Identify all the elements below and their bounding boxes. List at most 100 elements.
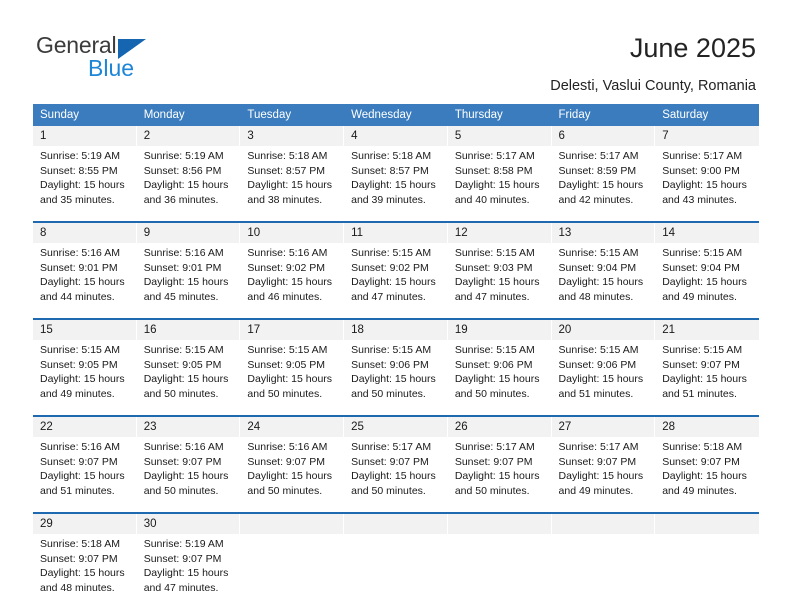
day-cell-details[interactable]: Sunrise: 5:15 AM Sunset: 9:04 PM Daylight:… — [655, 243, 759, 318]
day-cell-details[interactable]: Sunrise: 5:15 AM Sunset: 9:05 PM Daylight:… — [240, 340, 345, 415]
day-cell-details[interactable]: Sunrise: 5:15 AM Sunset: 9:06 PM Daylight:… — [447, 340, 552, 415]
day-number[interactable]: 28 — [655, 417, 759, 437]
day-number[interactable]: 20 — [551, 320, 656, 340]
daylight-text-line2: and 39 minutes. — [351, 193, 426, 206]
day-cell-details[interactable]: Sunrise: 5:17 AM Sunset: 9:07 PM Daylight:… — [551, 437, 656, 512]
day-cell-details[interactable]: Sunrise: 5:15 AM Sunset: 9:05 PM Daylight:… — [136, 340, 241, 415]
day-number[interactable]: 14 — [655, 223, 759, 243]
day-number-empty — [551, 514, 656, 534]
day-cell-details[interactable]: Sunrise: 5:15 AM Sunset: 9:06 PM Daylight:… — [344, 340, 448, 415]
sunset-text: Sunset: 8:57 PM — [247, 164, 326, 177]
day-number-empty — [344, 514, 448, 534]
day-cell-details[interactable]: Sunrise: 5:16 AM Sunset: 9:01 PM Daylight:… — [33, 243, 137, 318]
daylight-text-line2: and 46 minutes. — [247, 290, 323, 303]
sunset-text: Sunset: 9:04 PM — [558, 261, 637, 274]
day-number[interactable]: 19 — [447, 320, 552, 340]
day-cell-details[interactable]: Sunrise: 5:16 AM Sunset: 9:07 PM Daylight:… — [33, 437, 137, 512]
day-cell-details[interactable]: Sunrise: 5:15 AM Sunset: 9:04 PM Daylight:… — [551, 243, 656, 318]
day-cell-details[interactable]: Sunrise: 5:16 AM Sunset: 9:07 PM Daylight:… — [240, 437, 345, 512]
day-cell-details[interactable]: Sunrise: 5:17 AM Sunset: 9:00 PM Daylight:… — [655, 146, 759, 221]
day-number[interactable]: 21 — [655, 320, 759, 340]
daylight-text-line1: Daylight: 15 hours — [143, 373, 229, 386]
day-cell-empty — [551, 534, 656, 609]
sunset-text: Sunset: 9:07 PM — [558, 455, 637, 468]
day-number[interactable]: 24 — [240, 417, 345, 437]
day-cell-details[interactable]: Sunrise: 5:18 AM Sunset: 9:07 PM Daylight:… — [33, 534, 137, 609]
day-number[interactable]: 13 — [551, 223, 656, 243]
day-number[interactable]: 16 — [136, 320, 241, 340]
sunrise-text: Sunrise: 5:18 AM — [351, 150, 432, 162]
week-detail-row: Sunrise: 5:16 AM Sunset: 9:07 PM Daylight:… — [33, 437, 759, 512]
day-cell-details[interactable]: Sunrise: 5:18 AM Sunset: 8:57 PM Daylight:… — [344, 146, 448, 221]
day-cell-details[interactable]: Sunrise: 5:16 AM Sunset: 9:07 PM Daylight:… — [136, 437, 241, 512]
day-number[interactable]: 29 — [33, 514, 137, 534]
daylight-text-line1: Daylight: 15 hours — [454, 276, 540, 289]
sunset-text: Sunset: 9:07 PM — [351, 455, 429, 468]
daylight-text-line1: Daylight: 15 hours — [247, 373, 333, 386]
week-detail-row: Sunrise: 5:16 AM Sunset: 9:01 PM Daylight:… — [33, 243, 759, 318]
weekday-header-monday: Monday — [136, 104, 241, 126]
day-number[interactable]: 4 — [344, 126, 448, 146]
calendar-grid: Sunday Monday Tuesday Wednesday Thursday… — [33, 104, 759, 609]
day-number[interactable]: 7 — [655, 126, 759, 146]
logo-text-blue: Blue — [88, 55, 135, 81]
day-number[interactable]: 2 — [136, 126, 241, 146]
sunrise-text: Sunrise: 5:18 AM — [247, 150, 328, 162]
day-cell-details[interactable]: Sunrise: 5:17 AM Sunset: 8:58 PM Daylight:… — [447, 146, 552, 221]
day-number[interactable]: 10 — [240, 223, 345, 243]
day-cell-details[interactable]: Sunrise: 5:15 AM Sunset: 9:03 PM Daylight:… — [447, 243, 552, 318]
day-number[interactable]: 1 — [33, 126, 137, 146]
day-number[interactable]: 30 — [136, 514, 241, 534]
day-number[interactable]: 6 — [551, 126, 656, 146]
day-cell-details[interactable]: Sunrise: 5:18 AM Sunset: 9:07 PM Daylight:… — [655, 437, 759, 512]
daylight-text-line1: Daylight: 15 hours — [143, 276, 229, 289]
sunrise-text: Sunrise: 5:17 AM — [454, 441, 535, 453]
day-cell-details[interactable]: Sunrise: 5:17 AM Sunset: 8:59 PM Daylight:… — [551, 146, 656, 221]
day-number[interactable]: 23 — [136, 417, 241, 437]
day-number[interactable]: 18 — [344, 320, 448, 340]
day-cell-details[interactable]: Sunrise: 5:19 AM Sunset: 9:07 PM Daylight:… — [136, 534, 241, 609]
day-cell-details[interactable]: Sunrise: 5:16 AM Sunset: 9:02 PM Daylight:… — [240, 243, 345, 318]
day-number[interactable]: 17 — [240, 320, 345, 340]
day-number[interactable]: 11 — [344, 223, 448, 243]
day-cell-details[interactable]: Sunrise: 5:17 AM Sunset: 9:07 PM Daylight:… — [344, 437, 448, 512]
day-number[interactable]: 27 — [551, 417, 656, 437]
day-number[interactable]: 9 — [136, 223, 241, 243]
day-number[interactable]: 12 — [447, 223, 552, 243]
day-cell-details[interactable]: Sunrise: 5:16 AM Sunset: 9:01 PM Daylight:… — [136, 243, 241, 318]
page-header: General Blue June 2025 Delesti, Vaslui C… — [0, 0, 792, 100]
day-cell-details[interactable]: Sunrise: 5:15 AM Sunset: 9:05 PM Daylight:… — [33, 340, 137, 415]
day-cell-details[interactable]: Sunrise: 5:15 AM Sunset: 9:06 PM Daylight:… — [551, 340, 656, 415]
daylight-text-line1: Daylight: 15 hours — [454, 179, 540, 192]
sunset-text: Sunset: 9:02 PM — [247, 261, 326, 274]
daylight-text-line1: Daylight: 15 hours — [351, 276, 436, 289]
daylight-text-line1: Daylight: 15 hours — [143, 179, 229, 192]
sunset-text: Sunset: 9:03 PM — [454, 261, 533, 274]
daylight-text-line1: Daylight: 15 hours — [351, 373, 436, 386]
daylight-text-line1: Daylight: 15 hours — [40, 179, 125, 192]
day-number[interactable]: 25 — [344, 417, 448, 437]
sunrise-text: Sunrise: 5:15 AM — [662, 247, 743, 259]
sunset-text: Sunset: 9:00 PM — [662, 164, 740, 177]
day-cell-details[interactable]: Sunrise: 5:19 AM Sunset: 8:56 PM Daylight:… — [136, 146, 241, 221]
sunset-text: Sunset: 9:04 PM — [662, 261, 740, 274]
sunset-text: Sunset: 9:01 PM — [40, 261, 118, 274]
daylight-text-line2: and 50 minutes. — [454, 387, 530, 400]
day-cell-details[interactable]: Sunrise: 5:15 AM Sunset: 9:02 PM Daylight:… — [344, 243, 448, 318]
day-number[interactable]: 15 — [33, 320, 137, 340]
calendar-page: General Blue June 2025 Delesti, Vaslui C… — [0, 0, 792, 612]
day-cell-details[interactable]: Sunrise: 5:18 AM Sunset: 8:57 PM Daylight:… — [240, 146, 345, 221]
day-cell-details[interactable]: Sunrise: 5:17 AM Sunset: 9:07 PM Daylight:… — [447, 437, 552, 512]
sunrise-text: Sunrise: 5:15 AM — [558, 247, 639, 259]
day-cell-details[interactable]: Sunrise: 5:15 AM Sunset: 9:07 PM Daylight:… — [655, 340, 759, 415]
day-number[interactable]: 3 — [240, 126, 345, 146]
day-number[interactable]: 8 — [33, 223, 137, 243]
day-cell-details[interactable]: Sunrise: 5:19 AM Sunset: 8:55 PM Daylight:… — [33, 146, 137, 221]
daylight-text-line1: Daylight: 15 hours — [662, 373, 747, 386]
weekday-header-sunday: Sunday — [33, 104, 137, 126]
day-number[interactable]: 26 — [447, 417, 552, 437]
week-daynumber-row: 22 23 24 25 26 27 28 — [33, 417, 759, 437]
day-number[interactable]: 22 — [33, 417, 137, 437]
sunset-text: Sunset: 9:07 PM — [143, 455, 222, 468]
day-number[interactable]: 5 — [447, 126, 552, 146]
